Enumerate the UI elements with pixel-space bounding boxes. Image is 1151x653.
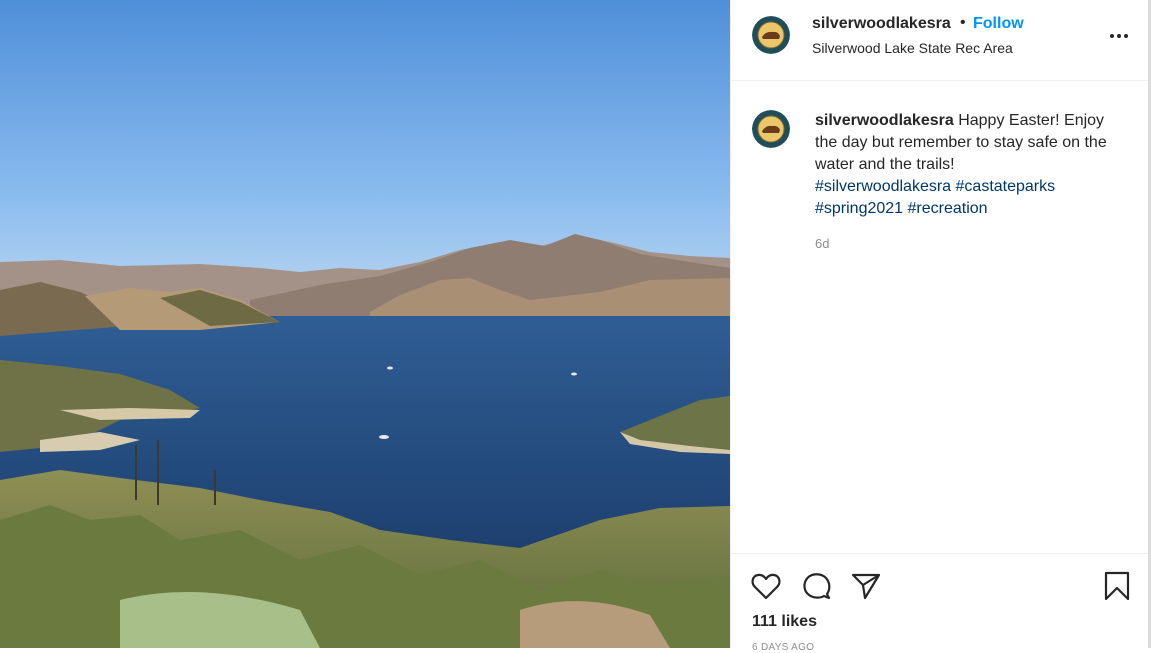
bookmark-icon[interactable] xyxy=(1101,570,1133,602)
account-avatar[interactable] xyxy=(752,16,790,54)
more-options-icon[interactable] xyxy=(1105,24,1133,48)
caption-avatar[interactable] xyxy=(752,110,790,148)
follow-button[interactable]: Follow xyxy=(973,15,1024,33)
action-bar: 111 likes 6 DAYS AGO xyxy=(731,553,1149,653)
caption-age[interactable]: 6d xyxy=(815,236,829,251)
post-header: silverwoodlakesra • Follow Silverwood La… xyxy=(731,0,1149,81)
share-icon[interactable] xyxy=(850,570,882,602)
lake-landscape-image xyxy=(0,0,730,648)
hashtag-link[interactable]: #castateparks xyxy=(956,178,1056,195)
comment-icon[interactable] xyxy=(801,570,833,602)
hashtag-link[interactable]: #silverwoodlakesra xyxy=(815,178,951,195)
separator-dot: • xyxy=(960,14,966,31)
caption-username[interactable]: silverwoodlakesra xyxy=(815,112,954,129)
hashtag-link[interactable]: #spring2021 xyxy=(815,200,903,217)
post-photo[interactable] xyxy=(0,0,730,648)
caption-section: silverwoodlakesra Happy Easter! Enjoy th… xyxy=(731,80,1149,552)
post-sidebar: silverwoodlakesra • Follow Silverwood La… xyxy=(730,0,1149,653)
header-username[interactable]: silverwoodlakesra xyxy=(812,15,951,33)
likes-count[interactable]: 111 likes xyxy=(752,613,817,631)
heart-icon[interactable] xyxy=(750,570,782,602)
caption-text: silverwoodlakesra Happy Easter! Enjoy th… xyxy=(815,110,1115,220)
location-link[interactable]: Silverwood Lake State Rec Area xyxy=(812,40,1013,56)
hashtag-link[interactable]: #recreation xyxy=(908,200,988,217)
